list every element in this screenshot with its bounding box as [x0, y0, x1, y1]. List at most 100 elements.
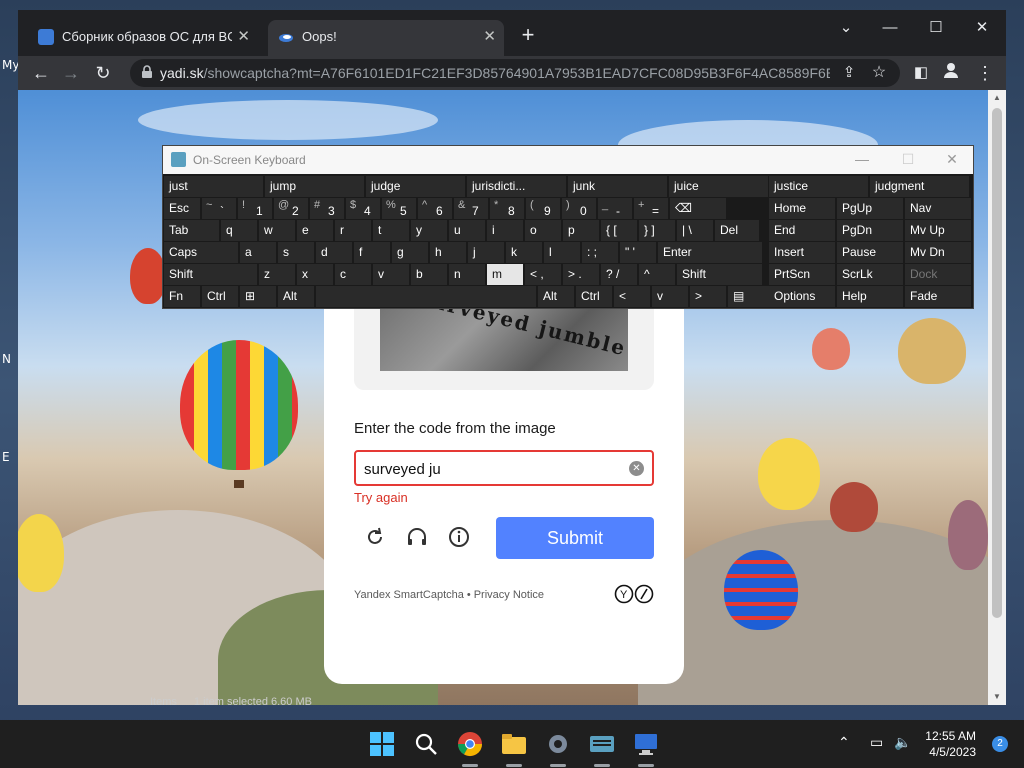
submit-button[interactable]: Submit [496, 517, 654, 559]
osk-key[interactable]: ⊞ [240, 286, 276, 307]
osk-key[interactable]: n [449, 264, 485, 285]
smartcaptcha-link[interactable]: Yandex SmartCaptcha [354, 589, 464, 601]
osk-key[interactable]: o [525, 220, 561, 241]
osk-key[interactable]: Fn [164, 286, 200, 307]
osk-key[interactable]: p [563, 220, 599, 241]
remote-desktop-icon[interactable] [632, 730, 660, 758]
osk-key[interactable]: #3 [310, 198, 344, 219]
privacy-notice-link[interactable]: Privacy Notice [474, 589, 544, 601]
osk-key[interactable]: v [652, 286, 688, 307]
osk-key[interactable]: h [430, 242, 466, 263]
forward-icon[interactable]: → [58, 60, 84, 86]
osk-key[interactable]: _ - [598, 198, 632, 219]
lock-icon[interactable] [140, 65, 154, 79]
osk-nav-key[interactable]: Help [837, 286, 903, 307]
osk-key[interactable]: + = [634, 198, 668, 219]
back-icon[interactable]: ← [28, 60, 54, 86]
settings-gear-icon[interactable] [544, 730, 572, 758]
osk-key[interactable]: ⌫ [670, 198, 726, 219]
osk-key[interactable]: > [690, 286, 726, 307]
osk-suggestion[interactable]: jurisdicti... [467, 176, 566, 197]
osk-key[interactable]: v [373, 264, 409, 285]
windows-start-icon[interactable] [368, 730, 396, 758]
minimize-button[interactable]: — [870, 16, 910, 40]
osk-key[interactable]: f [354, 242, 390, 263]
maximize-button[interactable]: ☐ [916, 16, 956, 40]
clear-input-icon[interactable]: ✕ [629, 461, 644, 476]
file-explorer-icon[interactable] [500, 730, 528, 758]
osk-key[interactable]: { [ [601, 220, 637, 241]
osk-key[interactable]: Shift [164, 264, 257, 285]
info-icon[interactable] [448, 526, 470, 548]
search-icon[interactable] [412, 730, 440, 758]
osk-key[interactable]: t [373, 220, 409, 241]
osk-key[interactable]: k [506, 242, 542, 263]
osk-key[interactable]: Ctrl [202, 286, 238, 307]
osk-key[interactable]: < , [525, 264, 561, 285]
osk-suggestion[interactable]: judge [366, 176, 465, 197]
osk-nav-key[interactable]: Mv Up [905, 220, 971, 241]
osk-key[interactable]: z [259, 264, 295, 285]
close-tab-icon[interactable]: ✕ [237, 27, 250, 45]
tab-oops[interactable]: Oops! ✕ [268, 20, 504, 56]
osk-maximize-button[interactable]: ☐ [897, 151, 919, 169]
osk-key[interactable]: ~ ` [202, 198, 236, 219]
osk-key[interactable]: * 8 [490, 198, 524, 219]
osk-nav-key[interactable]: Pause [837, 242, 903, 263]
osk-nav-key[interactable]: Nav [905, 198, 971, 219]
osk-key[interactable]: ) 0 [562, 198, 596, 219]
osk-key[interactable]: e [297, 220, 333, 241]
osk-key[interactable]: % 5 [382, 198, 416, 219]
osk-suggestion[interactable]: judgment [870, 176, 969, 197]
osk-key[interactable]: i [487, 220, 523, 241]
osk-nav-key[interactable]: Options [769, 286, 835, 307]
menu-icon[interactable]: ⋮ [972, 60, 998, 86]
close-tab-icon[interactable]: ✕ [483, 27, 496, 45]
desktop-icon-label[interactable]: E [2, 450, 10, 464]
osk-key[interactable]: < [614, 286, 650, 307]
profile-icon[interactable] [938, 60, 964, 86]
page-scrollbar[interactable]: ▲ ▼ [988, 90, 1006, 705]
osk-close-button[interactable]: ✕ [941, 151, 963, 169]
osk-key[interactable]: ? / [601, 264, 637, 285]
osk-key[interactable]: Esc [164, 198, 200, 219]
osk-suggestion[interactable]: junk [568, 176, 667, 197]
refresh-icon[interactable] [364, 526, 386, 548]
osk-key[interactable]: l [544, 242, 580, 263]
osk-suggestion[interactable]: juice [669, 176, 768, 197]
tab-iso-collection[interactable]: Сборник образов ОС для BOCH ✕ [28, 20, 258, 56]
captcha-input[interactable] [364, 459, 624, 479]
scrollbar-thumb[interactable] [992, 108, 1002, 618]
osk-suggestion[interactable]: jump [265, 176, 364, 197]
osk-key[interactable]: $4 [346, 198, 380, 219]
tab-search-icon[interactable]: ⌄ [826, 16, 866, 40]
osk-nav-key[interactable]: Fade [905, 286, 971, 307]
osk-key[interactable]: Tab [164, 220, 219, 241]
osk-key[interactable]: w [259, 220, 295, 241]
osk-key[interactable]: > . [563, 264, 599, 285]
osk-key[interactable]: | \ [677, 220, 713, 241]
new-tab-button[interactable]: + [516, 24, 540, 48]
osk-key[interactable]: Alt [278, 286, 314, 307]
osk-suggestion[interactable]: just [164, 176, 263, 197]
close-window-button[interactable]: ✕ [962, 16, 1002, 40]
network-icon[interactable]: ▭ [870, 734, 883, 751]
osk-nav-key[interactable]: Dock [905, 264, 971, 285]
show-hidden-icons-chevron-icon[interactable]: ⌃ [838, 734, 850, 751]
osk-key[interactable]: Shift [677, 264, 762, 285]
osk-nav-key[interactable]: PrtScn [769, 264, 835, 285]
osk-key[interactable]: m [487, 264, 523, 285]
osk-key[interactable]: q [221, 220, 257, 241]
osk-key[interactable]: (9 [526, 198, 560, 219]
osk-nav-key[interactable]: Mv Dn [905, 242, 971, 263]
osk-key[interactable]: u [449, 220, 485, 241]
osk-titlebar[interactable]: On-Screen Keyboard — ☐ ✕ [163, 146, 973, 174]
osk-key[interactable]: ! 1 [238, 198, 272, 219]
osk-suggestion[interactable]: justice [769, 176, 868, 197]
yandex-logo-icon[interactable]: Y [614, 584, 656, 604]
osk-key[interactable]: Ctrl [576, 286, 612, 307]
osk-key[interactable]: c [335, 264, 371, 285]
side-panel-icon[interactable]: ◧ [908, 60, 934, 86]
osk-key[interactable]: y [411, 220, 447, 241]
osk-nav-key[interactable]: PgDn [837, 220, 903, 241]
